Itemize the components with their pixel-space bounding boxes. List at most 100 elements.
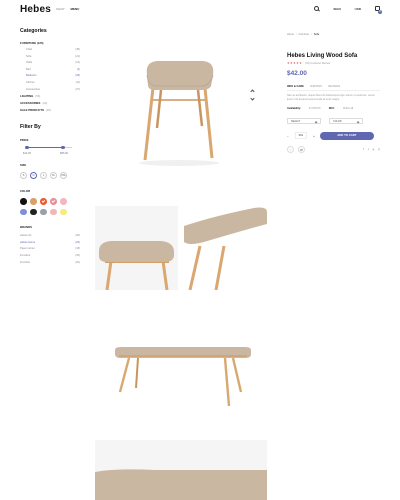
category-section[interactable]: ACCESSORIES (34) — [20, 101, 80, 105]
nav-menu[interactable]: MENU — [71, 7, 80, 11]
category-item[interactable]: Table (12) — [20, 61, 80, 64]
category-item-label: Sofa — [26, 54, 32, 58]
facebook-icon[interactable]: f — [363, 147, 364, 151]
brand-item-label: Hebes Home — [20, 240, 36, 244]
add-to-cart-button[interactable]: ADD TO CART — [319, 132, 374, 140]
review-count[interactable]: (02) Customer Review — [305, 62, 330, 65]
qty-increase-button[interactable]: + — [313, 134, 315, 138]
size-select[interactable]: SELECT — [287, 118, 321, 125]
rating-stars: ★★★★★ — [287, 61, 303, 65]
stool-image-detail-2 — [184, 207, 267, 291]
category-group-furniture[interactable]: FURNITURE (125) — [20, 41, 80, 45]
breadcrumb-home[interactable]: Home — [287, 33, 294, 36]
category-item-count: (45) — [75, 48, 80, 51]
stool-image-detail-1 — [99, 241, 174, 291]
quantity-input[interactable]: 001 — [294, 132, 308, 140]
sidebar: Categories FURNITURE (125) Chair (45) Sofa… — [20, 28, 80, 267]
account-link[interactable]: SIGN — [333, 7, 340, 11]
heart-icon[interactable]: ♡ — [287, 145, 294, 153]
search-icon[interactable] — [314, 6, 320, 11]
color-swatch[interactable] — [20, 198, 27, 205]
price-handle-max[interactable] — [61, 145, 65, 150]
cart-icon[interactable]: 0 — [375, 6, 382, 14]
color-swatch[interactable] — [20, 208, 27, 216]
gallery-image-bench[interactable] — [95, 296, 267, 434]
breadcrumb-furniture[interactable]: Furniture — [299, 33, 309, 36]
category-item[interactable]: Sofa (21) — [20, 55, 80, 58]
brand-item-label: Furniture — [20, 253, 31, 257]
availability-status: IN STOCK — [308, 107, 321, 111]
chevron-down-icon[interactable] — [250, 96, 255, 101]
color-swatch[interactable] — [40, 198, 47, 205]
color-swatch[interactable] — [50, 198, 57, 205]
price-max: $95.00 — [60, 152, 68, 156]
color-swatch[interactable] — [40, 208, 47, 216]
brand-item[interactable]: Furniture (15) — [20, 254, 80, 257]
stool-image-main — [139, 61, 219, 166]
category-item-label: Bed — [26, 67, 31, 71]
brand-item-count: (15) — [75, 253, 80, 257]
tab-reviews[interactable]: REVIEWS — [328, 85, 340, 88]
qty-decrease-button[interactable]: − — [287, 134, 289, 138]
color-select[interactable]: COLOR — [329, 118, 363, 125]
color-swatch[interactable] — [30, 208, 37, 216]
gallery-thumb-2[interactable] — [184, 206, 267, 291]
sku-label: SKU: — [328, 107, 335, 111]
main-product-image[interactable] — [95, 0, 267, 200]
price-label: PRICE — [20, 138, 29, 143]
category-item-count: (9) — [76, 67, 80, 71]
color-swatch[interactable] — [60, 198, 67, 205]
tab-info-care[interactable]: INFO & CARE — [287, 85, 304, 88]
brand-item-count: (10) — [75, 260, 80, 264]
logo[interactable]: Hebes — [20, 4, 51, 15]
category-item[interactable]: Bedroom (18) — [20, 74, 80, 77]
compare-icon[interactable]: ⇄ — [298, 145, 305, 153]
price-handle-min[interactable] — [25, 145, 29, 150]
color-swatch[interactable] — [30, 198, 37, 205]
size-option[interactable]: M — [30, 172, 37, 180]
gallery-thumb-1[interactable] — [95, 206, 178, 291]
category-item-count: (11) — [75, 80, 80, 84]
product-title: Hebes Living Wood Sofa — [287, 53, 358, 59]
brand-item[interactable]: Hebes Home (22) — [20, 241, 80, 244]
nav-shop[interactable]: SHOP — [56, 7, 65, 11]
chevron-up-icon[interactable] — [250, 89, 255, 94]
cart-count-badge: 0 — [378, 10, 382, 14]
brand-item[interactable]: Paper Home (18) — [20, 247, 80, 250]
color-swatch[interactable] — [60, 208, 67, 216]
bench-closeup-image — [95, 469, 267, 500]
category-section[interactable]: LIGHTING (56) — [20, 94, 80, 98]
brand-item-label: Hebes Art — [20, 234, 32, 238]
category-item[interactable]: Kitchen (11) — [20, 81, 80, 84]
breadcrumb: Home / Furniture / Sofa — [287, 33, 380, 36]
rating-row: ★★★★★ (02) Customer Review — [287, 61, 380, 65]
size-option[interactable]: XL — [50, 172, 57, 180]
currency-select[interactable]: USD — [355, 7, 361, 11]
quantity-stepper: − 001 + — [287, 132, 315, 140]
category-section[interactable]: SALE PRODUCTS (18) — [20, 108, 80, 112]
tab-shipping[interactable]: SHIPPING — [310, 85, 322, 88]
size-option[interactable]: S — [20, 172, 27, 180]
brand-item[interactable]: Frenchie (10) — [20, 261, 80, 264]
category-section-count: (56) — [35, 94, 41, 99]
variant-selects: SELECT COLOR — [287, 118, 380, 125]
product-info: Home / Furniture / Sofa Hebes Living Woo… — [287, 33, 380, 153]
category-item-count: (27) — [75, 87, 80, 91]
category-item[interactable]: Accessories (27) — [20, 88, 80, 91]
size-option[interactable]: L — [40, 172, 47, 180]
category-item[interactable]: Chair (45) — [20, 48, 80, 51]
sku-value: SOFA-18 — [342, 107, 354, 111]
pinterest-icon[interactable]: p — [378, 147, 380, 151]
category-item[interactable]: Bed (9) — [20, 68, 80, 71]
twitter-icon[interactable]: t — [368, 147, 369, 151]
color-label: COLOR — [20, 189, 31, 194]
price-slider[interactable] — [25, 145, 72, 150]
brand-item[interactable]: Hebes Art (20) — [20, 234, 80, 237]
gallery-image-closeup[interactable] — [95, 440, 267, 500]
category-item-label: Kitchen — [26, 80, 35, 84]
google-plus-icon[interactable]: g — [373, 147, 375, 151]
color-swatch[interactable] — [50, 208, 57, 216]
size-option[interactable]: XXL — [60, 172, 67, 180]
category-section-label: LIGHTING — [20, 94, 34, 99]
category-section-label: ACCESSORIES — [20, 101, 41, 106]
